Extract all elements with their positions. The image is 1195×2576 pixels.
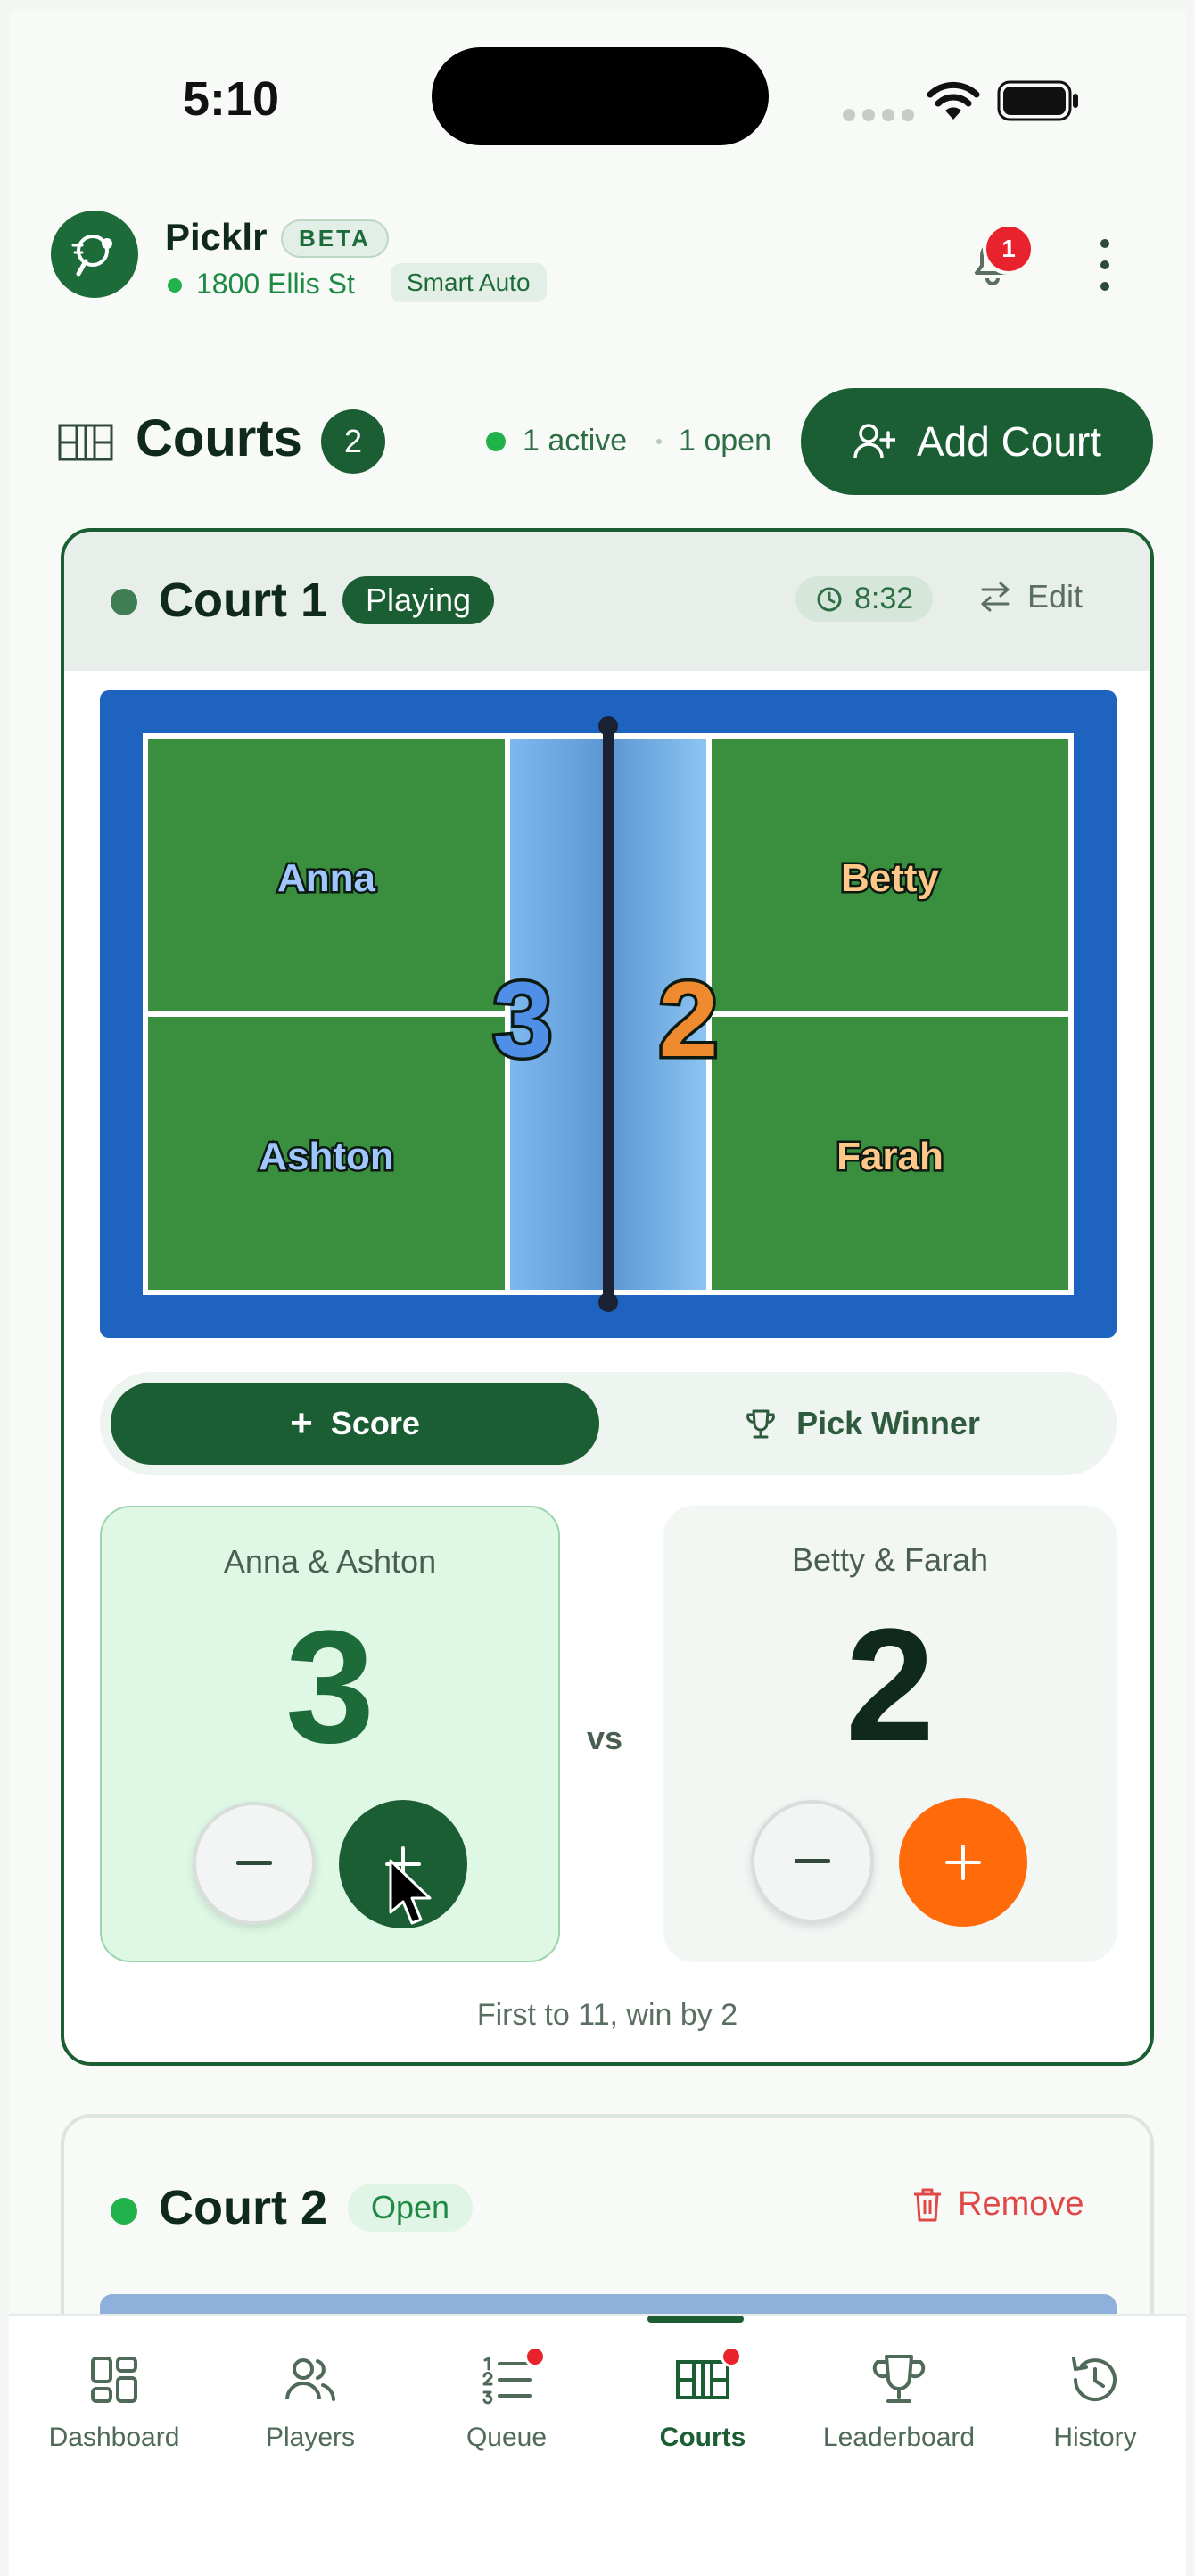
court-title: Court 1 xyxy=(159,574,327,627)
dynamic-island xyxy=(432,47,769,145)
court-status-badge: Playing xyxy=(342,576,495,624)
active-status-dot xyxy=(486,432,506,451)
nav-label: Queue xyxy=(466,2423,548,2452)
court-mode-tabs: + Score Pick Winner xyxy=(100,1372,1117,1475)
separator-dot xyxy=(656,439,662,444)
plus-icon xyxy=(945,1845,981,1880)
nav-leaderboard[interactable]: Leaderboard xyxy=(801,2351,997,2476)
court-title: Court 2 xyxy=(159,2181,327,2234)
tab-score-label: Score xyxy=(330,1405,420,1441)
team-b-name: Betty & Farah xyxy=(791,1541,989,1578)
active-tab-indicator xyxy=(647,2316,744,2323)
court-icon xyxy=(58,424,113,461)
location-text[interactable]: 1800 Ellis St xyxy=(196,268,355,301)
court-score-left: 3 xyxy=(493,960,553,1079)
trash-icon xyxy=(914,2188,941,2221)
notification-badge: 1 xyxy=(983,223,1034,275)
remove-label: Remove xyxy=(958,2185,1084,2223)
game-rule-text: First to 11, win by 2 xyxy=(476,1998,738,2032)
clock-icon xyxy=(817,587,842,611)
court-card-1: Court 1 Playing 8:32 Edit Anna Ashton Be… xyxy=(61,528,1154,2066)
net-post-top xyxy=(598,716,618,736)
courts-alert-dot xyxy=(721,2346,742,2367)
nav-label: Dashboard xyxy=(48,2423,180,2452)
nav-queue[interactable]: Queue xyxy=(408,2346,605,2476)
nav-label: Leaderboard xyxy=(822,2423,976,2452)
dashboard-icon xyxy=(91,2357,137,2403)
tab-score[interactable]: + Score xyxy=(111,1383,599,1465)
tab-winner-label: Pick Winner xyxy=(796,1405,980,1441)
player-bottom-left[interactable]: Ashton xyxy=(257,1133,397,1181)
court-status-dot xyxy=(111,2198,137,2225)
court-status-badge: Open xyxy=(348,2184,474,2232)
app-logo xyxy=(51,211,138,298)
history-icon xyxy=(1072,2357,1117,2402)
paddle-icon xyxy=(71,235,112,277)
team-b-plus-button[interactable] xyxy=(899,1798,1027,1927)
match-timer: 8:32 xyxy=(795,576,934,622)
edit-label: Edit xyxy=(1027,578,1084,615)
nav-label: Players xyxy=(265,2423,356,2452)
vs-label: vs xyxy=(587,1720,623,1756)
courts-count-badge: 2 xyxy=(321,409,385,474)
court-score-right: 2 xyxy=(659,960,719,1079)
status-time: 5:10 xyxy=(183,72,280,126)
location-status-dot xyxy=(168,278,182,293)
team-b-minus-button[interactable] xyxy=(751,1800,874,1923)
court-diagram: Anna Ashton Betty Farah 3 2 xyxy=(100,690,1117,1338)
mouse-cursor-icon xyxy=(389,1859,432,1925)
team-a-panel: Anna & Ashton 3 xyxy=(100,1506,560,1962)
nav-label: History xyxy=(1053,2423,1137,2452)
add-user-icon xyxy=(853,424,895,458)
mode-badge[interactable]: Smart Auto xyxy=(391,263,547,302)
app-screen: 5:10 Picklr BETA 1800 Ellis St Smart Aut… xyxy=(9,9,1186,2567)
team-b-score: 2 xyxy=(845,1596,935,1775)
player-top-right[interactable]: Betty xyxy=(838,855,942,903)
plus-icon: + xyxy=(290,1401,313,1445)
wifi-icon xyxy=(927,81,980,120)
court-status-dot xyxy=(111,589,137,615)
tab-pick-winner[interactable]: Pick Winner xyxy=(617,1383,1106,1465)
player-bottom-right[interactable]: Farah xyxy=(835,1133,946,1181)
add-court-label: Add Court xyxy=(916,418,1102,465)
trophy-icon xyxy=(872,2355,926,2403)
battery-icon xyxy=(997,80,1078,121)
minus-icon xyxy=(236,1861,272,1865)
team-a-score: 3 xyxy=(284,1598,375,1777)
team-a-minus-button[interactable] xyxy=(193,1802,316,1925)
swap-icon xyxy=(981,582,1010,612)
minus-icon xyxy=(795,1859,830,1863)
add-court-button[interactable]: Add Court xyxy=(801,388,1153,495)
cellular-icon xyxy=(843,109,914,121)
net-post-bottom xyxy=(598,1292,618,1312)
remove-court-button[interactable]: Remove xyxy=(911,2185,1084,2224)
team-b-panel: Betty & Farah 2 xyxy=(663,1506,1117,1962)
nav-dashboard[interactable]: Dashboard xyxy=(16,2351,212,2476)
bottom-navigation: Dashboard Players Queue Courts Leaderboa… xyxy=(9,2314,1186,2576)
edit-court-button[interactable]: Edit xyxy=(977,578,1083,615)
nav-label: Courts xyxy=(659,2423,746,2452)
timer-value: 8:32 xyxy=(854,582,914,615)
player-top-left[interactable]: Anna xyxy=(276,855,379,903)
beta-badge: BETA xyxy=(281,219,389,258)
app-name: Picklr xyxy=(165,216,268,258)
nav-courts[interactable]: Courts xyxy=(605,2346,801,2476)
active-count-text: 1 active xyxy=(523,424,628,458)
nav-history[interactable]: History xyxy=(997,2351,1193,2476)
courts-title: Courts xyxy=(136,409,302,467)
open-count-text: 1 open xyxy=(679,424,771,458)
queue-alert-dot xyxy=(524,2346,546,2367)
players-icon xyxy=(285,2358,335,2401)
trophy-icon xyxy=(746,1409,776,1439)
nav-players[interactable]: Players xyxy=(212,2351,408,2476)
more-vertical-icon[interactable] xyxy=(1099,239,1111,291)
team-a-name: Anna & Ashton xyxy=(223,1543,437,1580)
